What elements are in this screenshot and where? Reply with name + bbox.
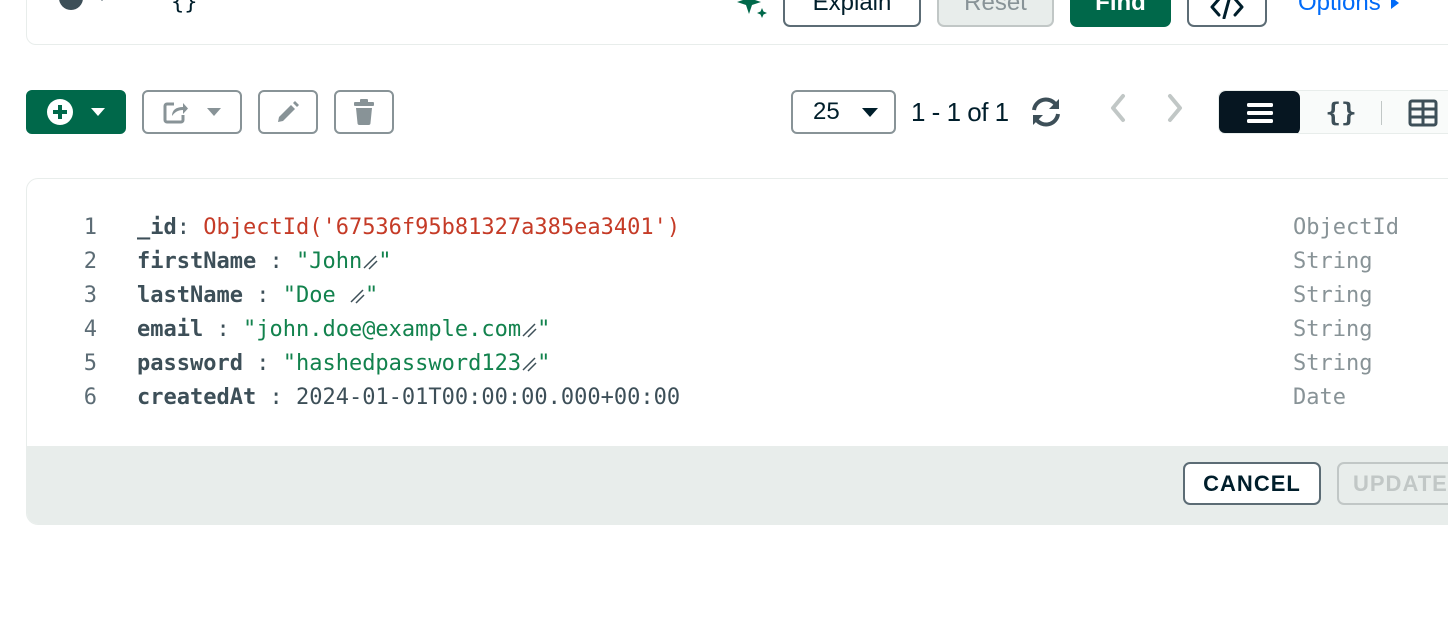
trash-icon <box>354 99 374 125</box>
update-button[interactable]: UPDATE <box>1337 462 1448 505</box>
document-field-row: 4 email : "john.doe@example.com " String <box>27 313 1448 347</box>
refresh-icon[interactable] <box>1028 95 1064 129</box>
field-type[interactable]: String <box>1293 245 1372 279</box>
field-key[interactable]: password <box>137 351 243 376</box>
textarea-resize-icon[interactable] <box>521 356 537 372</box>
line-number: 2 <box>83 249 97 274</box>
json-view-icon[interactable]: {} <box>1323 95 1359 131</box>
reset-button[interactable]: Reset <box>937 0 1054 27</box>
field-key-value: _id: ObjectId('67536f95b81327a385ea3401'… <box>137 211 680 245</box>
find-button[interactable]: Find <box>1070 0 1171 27</box>
field-value[interactable]: "hashedpassword123 " <box>283 351 551 376</box>
history-caret-icon[interactable] <box>96 0 108 1</box>
caret-right-icon <box>1390 0 1399 9</box>
filter-input[interactable]: {} <box>171 0 198 15</box>
field-separator: : <box>256 249 296 274</box>
field-value: ObjectId('67536f95b81327a385ea3401') <box>203 215 681 240</box>
field-value[interactable]: "John " <box>296 249 391 274</box>
export-data-button[interactable] <box>142 90 242 134</box>
edit-button[interactable] <box>258 90 318 134</box>
line-number: 1 <box>83 215 97 240</box>
pencil-icon <box>278 101 299 122</box>
field-type[interactable]: String <box>1293 279 1372 313</box>
field-separator: : <box>176 215 204 240</box>
add-data-button[interactable] <box>26 90 126 134</box>
field-key-value: password : "hashedpassword123 " <box>137 347 550 381</box>
caret-down-icon <box>91 108 105 116</box>
field-separator: : <box>242 283 283 308</box>
field-separator: : <box>203 317 243 342</box>
document-field-row: 6 createdAt : 2024-01-01T00:00:00.000+00:… <box>27 381 1448 415</box>
caret-down-icon <box>207 108 221 116</box>
field-separator: : <box>256 385 296 410</box>
document-fields: 1 _id: ObjectId('67536f95b81327a385ea3401… <box>27 211 1448 415</box>
page-size-value: 25 <box>813 98 840 125</box>
chevron-right-icon[interactable] <box>1160 92 1188 124</box>
textarea-resize-icon[interactable] <box>521 322 537 338</box>
sparkle-icon[interactable] <box>735 0 769 18</box>
document-field-row: 5 password : "hashedpassword123 " String <box>27 347 1448 381</box>
field-key[interactable]: createdAt <box>137 385 256 410</box>
document-field-row: 1 _id: ObjectId('67536f95b81327a385ea3401… <box>27 211 1448 245</box>
field-type[interactable]: Date <box>1293 381 1346 415</box>
pagination-range: 1 - 1 of 1 <box>911 97 1009 127</box>
line-number: 5 <box>83 351 97 376</box>
field-value[interactable]: "john.doe@example.com " <box>243 317 550 342</box>
field-type[interactable]: String <box>1293 313 1372 347</box>
add-icon <box>47 99 73 125</box>
line-number: 3 <box>83 283 97 308</box>
document-editor-card: 1 _id: ObjectId('67536f95b81327a385ea3401… <box>26 178 1448 525</box>
textarea-resize-icon[interactable] <box>362 254 378 270</box>
field-value[interactable]: "Doe " <box>283 283 378 308</box>
document-editor-footer: CANCEL UPDATE <box>27 446 1448 524</box>
field-key-value: createdAt : 2024-01-01T00:00:00.000+00:0… <box>137 381 680 415</box>
view-divider <box>1381 101 1382 125</box>
page-size-select[interactable]: 25 <box>791 90 896 134</box>
options-toggle[interactable]: Options <box>1298 0 1399 15</box>
field-key[interactable]: firstName <box>137 249 256 274</box>
document-field-row: 3 lastName : "Doe " String <box>27 279 1448 313</box>
table-view-icon[interactable] <box>1408 99 1438 127</box>
options-label: Options <box>1298 0 1381 16</box>
field-key[interactable]: _id <box>137 215 177 240</box>
list-view-button[interactable] <box>1219 91 1300 133</box>
delete-button[interactable] <box>334 90 394 134</box>
field-value[interactable]: 2024-01-01T00:00:00.000+00:00 <box>296 385 680 410</box>
field-type[interactable]: ObjectId <box>1293 211 1399 245</box>
caret-down-icon <box>861 107 878 117</box>
field-key[interactable]: email <box>137 317 203 342</box>
view-switcher: {} <box>1218 90 1448 134</box>
field-key-value: lastName : "Doe " <box>137 279 378 313</box>
export-icon <box>163 102 188 124</box>
field-separator: : <box>242 351 283 376</box>
field-type[interactable]: String <box>1293 347 1372 381</box>
document-field-row: 2 firstName : "John " String <box>27 245 1448 279</box>
explain-button[interactable]: Explain <box>783 0 921 27</box>
line-number: 4 <box>83 317 97 342</box>
line-number: 6 <box>83 385 97 410</box>
list-view-icon <box>1246 103 1273 123</box>
chevron-left-icon[interactable] <box>1105 92 1133 124</box>
field-key-value: email : "john.doe@example.com " <box>137 313 550 347</box>
field-key[interactable]: lastName <box>137 283 243 308</box>
code-icon <box>1210 0 1244 19</box>
cancel-button[interactable]: CANCEL <box>1183 462 1321 505</box>
textarea-resize-icon[interactable] <box>349 288 365 304</box>
field-key-value: firstName : "John " <box>137 245 391 279</box>
export-code-button[interactable] <box>1187 0 1267 27</box>
